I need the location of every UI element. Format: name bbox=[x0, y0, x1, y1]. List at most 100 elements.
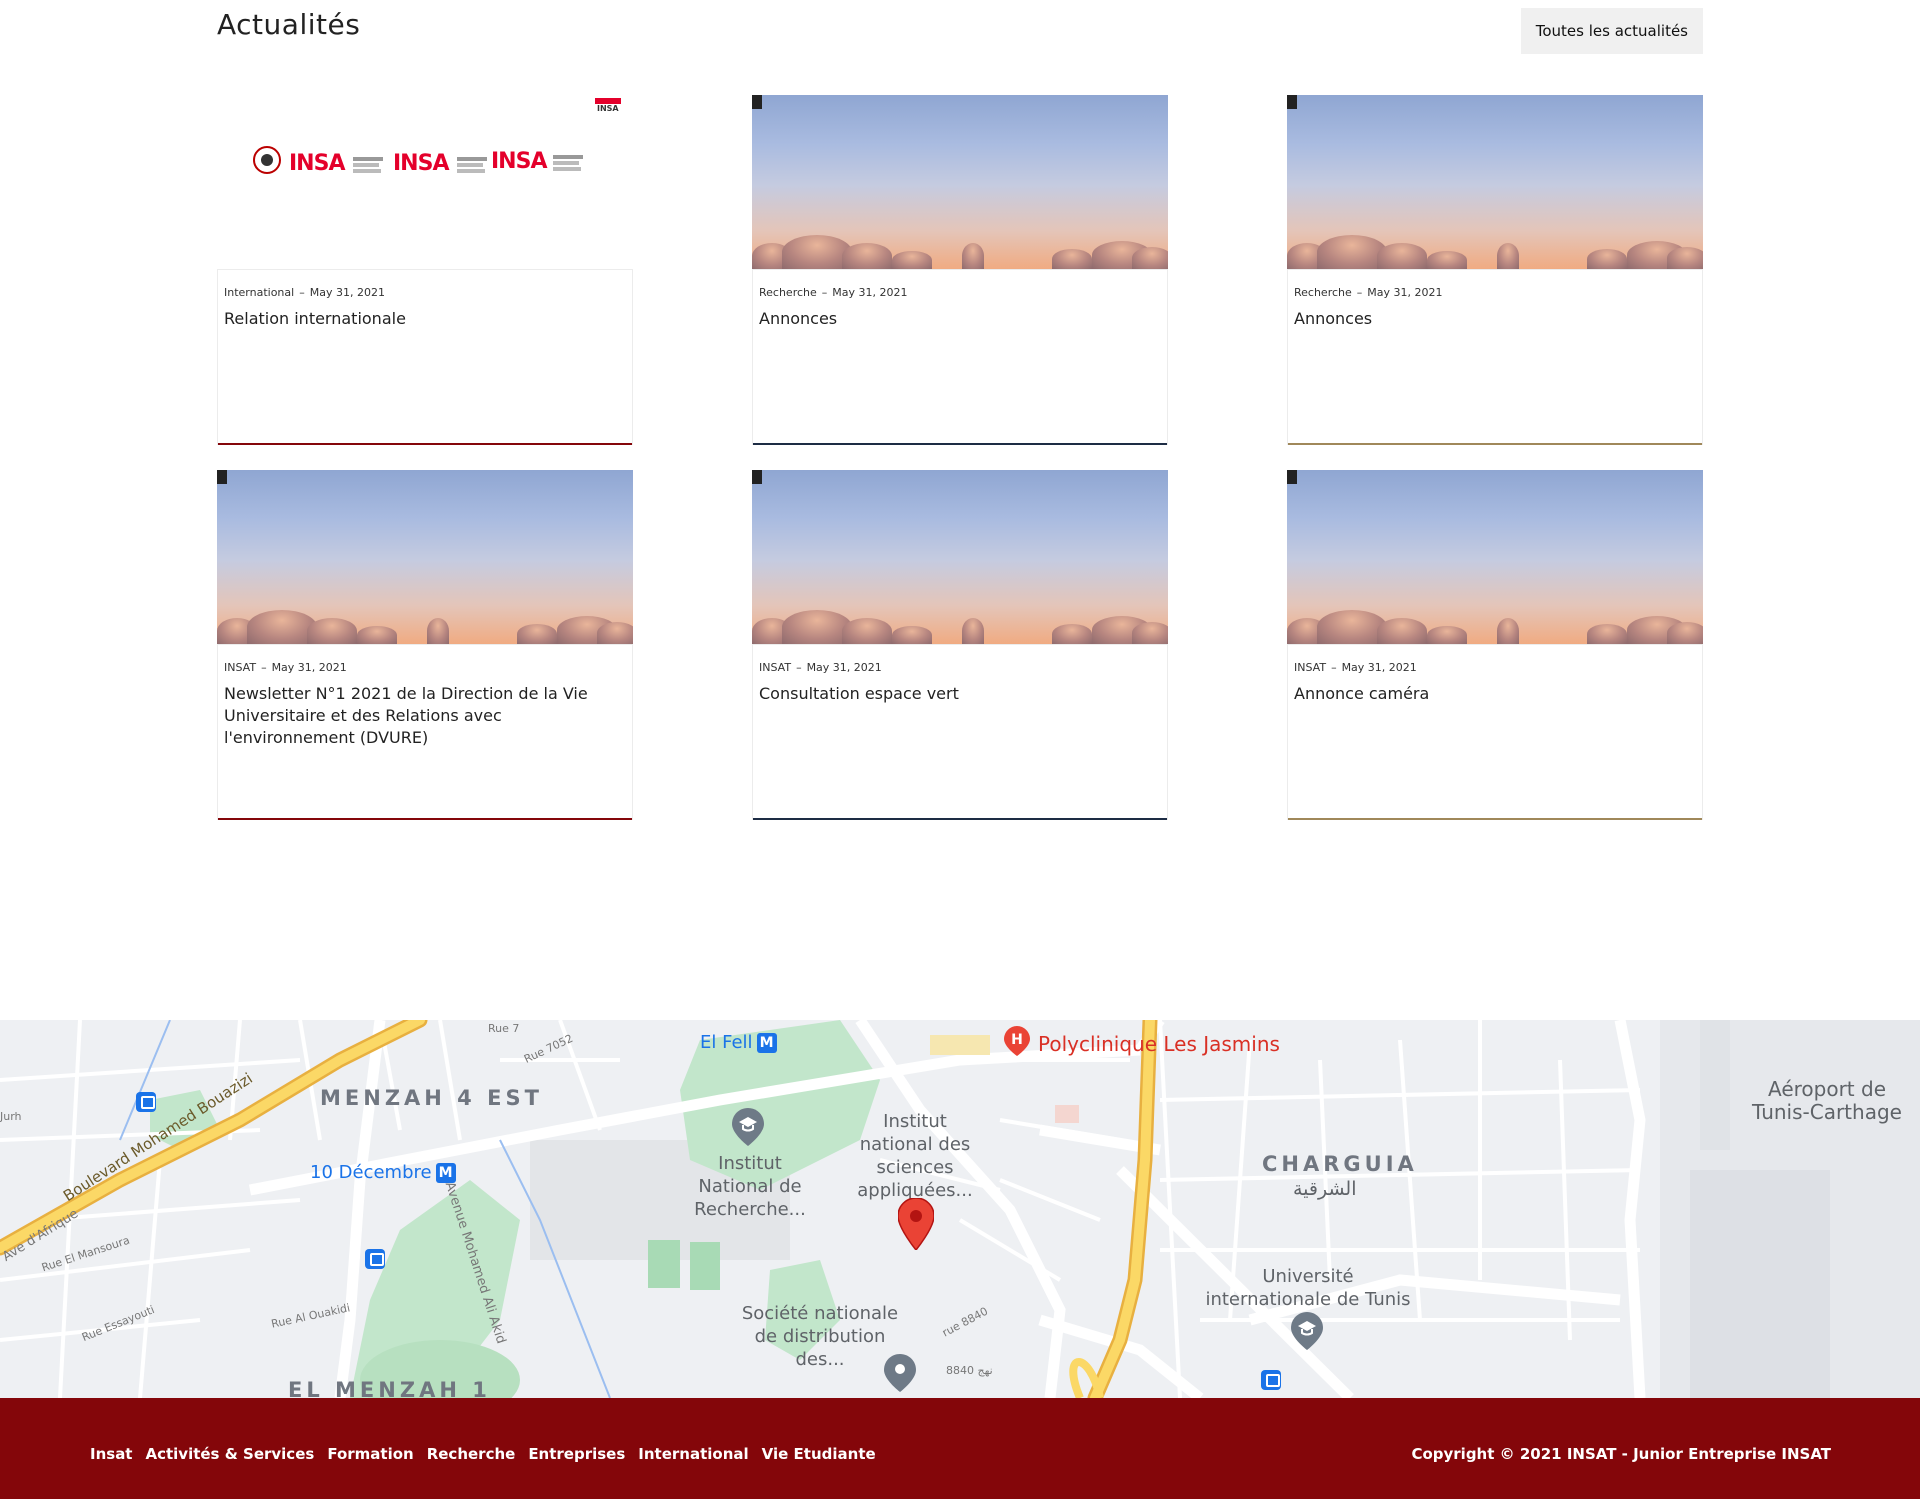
news-card[interactable]: Recherche – May 31, 2021 Annonces bbox=[752, 95, 1168, 445]
district-menzah-4-est: MENZAH 4 EST bbox=[320, 1086, 543, 1110]
news-card[interactable]: INSA INSA INSA INSA International – May 31… bbox=[217, 95, 633, 445]
place-aeroport[interactable]: Aéroport de Tunis-Carthage bbox=[1742, 1078, 1912, 1124]
news-card-accent-bar bbox=[218, 443, 632, 445]
metro-el-fell[interactable]: El Fell M bbox=[700, 1032, 777, 1053]
news-card-body: INSAT – May 31, 2021 Newsletter N°1 2021 d… bbox=[217, 644, 633, 820]
insa-logo-2: INSA bbox=[393, 151, 449, 176]
district-el-menzah-1: EL MENZAH 1 bbox=[288, 1378, 491, 1398]
news-card-meta: INSAT – May 31, 2021 bbox=[759, 661, 882, 674]
news-card-accent-bar bbox=[1288, 818, 1702, 820]
sunset-sky-image[interactable] bbox=[217, 470, 633, 644]
bus-stop-icon[interactable] bbox=[365, 1249, 385, 1269]
news-card-date: May 31, 2021 bbox=[832, 286, 908, 299]
insa-logo-1: INSA bbox=[289, 151, 345, 176]
school-poi-icon[interactable] bbox=[732, 1108, 764, 1146]
road-jurh: Jurh bbox=[0, 1110, 22, 1123]
school-poi-icon[interactable] bbox=[1291, 1312, 1323, 1350]
news-card-meta: Recherche – May 31, 2021 bbox=[759, 286, 908, 299]
meta-separator: – bbox=[796, 661, 802, 674]
place-societe-nationale[interactable]: Société nationale de distribution des... bbox=[740, 1302, 900, 1371]
insa-logo-3-subtitle bbox=[553, 155, 589, 171]
footer-nav-link[interactable]: International bbox=[638, 1445, 748, 1463]
insa-logo-1-subtitle bbox=[353, 157, 389, 173]
sky-photo bbox=[752, 95, 1168, 269]
meta-separator: – bbox=[821, 286, 828, 299]
location-map[interactable]: MENZAH 4 EST CHARGUIA الشرقية EL MENZAH … bbox=[0, 1020, 1920, 1398]
news-card[interactable]: INSAT – May 31, 2021 Consultation espace v… bbox=[752, 470, 1168, 820]
location-marker-icon[interactable] bbox=[898, 1198, 934, 1250]
sky-photo bbox=[1287, 470, 1703, 644]
place-poi-icon[interactable] bbox=[884, 1354, 916, 1392]
sky-photo bbox=[752, 470, 1168, 644]
news-card-meta: INSAT – May 31, 2021 bbox=[1294, 661, 1417, 674]
sunset-sky-image[interactable] bbox=[1287, 95, 1703, 269]
news-section-title: Actualités bbox=[217, 8, 361, 41]
place-polyclinique[interactable]: Polyclinique Les Jasmins bbox=[1038, 1032, 1280, 1056]
footer-nav-link[interactable]: Recherche bbox=[427, 1445, 516, 1463]
map-base bbox=[0, 1020, 1920, 1398]
place-institut-recherche[interactable]: Institut National de Recherche... bbox=[688, 1152, 812, 1221]
all-news-button[interactable]: Toutes les actualités bbox=[1520, 8, 1703, 54]
meta-separator: – bbox=[261, 661, 267, 674]
news-card-category[interactable]: INSAT bbox=[224, 661, 256, 674]
news-card-body: Recherche – May 31, 2021 Annonces bbox=[1287, 269, 1703, 445]
sky-photo bbox=[1287, 95, 1703, 269]
footer-nav-link[interactable]: Vie Etudiante bbox=[762, 1445, 876, 1463]
news-card-title[interactable]: Annonce caméra bbox=[1294, 683, 1694, 705]
bus-stop-icon[interactable] bbox=[1261, 1370, 1281, 1390]
news-card-date: May 31, 2021 bbox=[271, 661, 347, 674]
insa-group-logos-image[interactable]: INSA INSA INSA INSA bbox=[217, 95, 633, 269]
news-card[interactable]: INSAT – May 31, 2021 Newsletter N°1 2021 d… bbox=[217, 470, 633, 820]
metro-icon: M bbox=[756, 1033, 777, 1053]
news-card[interactable]: INSAT – May 31, 2021 Annonce caméra bbox=[1287, 470, 1703, 820]
insa-logo-3: INSA bbox=[491, 149, 547, 174]
news-card-category[interactable]: INSAT bbox=[759, 661, 791, 674]
news-card-meta: INSAT – May 31, 2021 bbox=[224, 661, 347, 674]
news-card[interactable]: Recherche – May 31, 2021 Annonces bbox=[1287, 95, 1703, 445]
place-insat[interactable]: Institut national des sciences appliquée… bbox=[855, 1110, 975, 1202]
news-card-body: International – May 31, 2021 Relation inte… bbox=[217, 269, 633, 445]
bus-stop-icon[interactable] bbox=[136, 1092, 156, 1112]
news-card-date: May 31, 2021 bbox=[309, 286, 385, 299]
meta-separator: – bbox=[299, 286, 305, 299]
meta-separator: – bbox=[1356, 286, 1363, 299]
news-card-title[interactable]: Newsletter N°1 2021 de la Direction de l… bbox=[224, 683, 624, 749]
metro-el-fell-label: El Fell bbox=[700, 1032, 753, 1053]
footer-nav-link[interactable]: Formation bbox=[327, 1445, 413, 1463]
news-card-title[interactable]: Annonces bbox=[759, 308, 1159, 330]
news-card-accent-bar bbox=[1288, 443, 1702, 445]
news-card-category[interactable]: Recherche bbox=[759, 286, 817, 299]
news-section-header: Actualités Toutes les actualités bbox=[217, 8, 1703, 56]
sky-photo bbox=[217, 470, 633, 644]
insa-logo-2-subtitle bbox=[457, 157, 493, 173]
news-card-date: May 31, 2021 bbox=[806, 661, 882, 674]
footer-nav-link[interactable]: Entreprises bbox=[528, 1445, 625, 1463]
district-charguia: CHARGUIA bbox=[1262, 1152, 1418, 1176]
news-card-meta: Recherche – May 31, 2021 bbox=[1294, 286, 1443, 299]
news-card-category[interactable]: International bbox=[224, 286, 294, 299]
meta-separator: – bbox=[1331, 661, 1337, 674]
footer-nav-link[interactable]: Activités & Services bbox=[145, 1445, 314, 1463]
news-card-date: May 31, 2021 bbox=[1341, 661, 1417, 674]
news-card-title[interactable]: Consultation espace vert bbox=[759, 683, 1159, 705]
hospital-icon: H bbox=[1004, 1026, 1030, 1056]
news-card-accent-bar bbox=[753, 818, 1167, 820]
site-footer: Insat Activités & Services Formation Recher… bbox=[0, 1398, 1920, 1499]
groupe-insa-logo: INSA bbox=[595, 98, 621, 120]
district-charguia-arabic: الشرقية bbox=[1293, 1178, 1357, 1200]
sunset-sky-image[interactable] bbox=[1287, 470, 1703, 644]
news-card-category[interactable]: Recherche bbox=[1294, 286, 1352, 299]
news-card-body: INSAT – May 31, 2021 Consultation espace v… bbox=[752, 644, 1168, 820]
metro-10-decembre-label: 10 Décembre bbox=[310, 1162, 432, 1183]
svg-text:H: H bbox=[1011, 1032, 1023, 1048]
news-card-title[interactable]: Relation internationale bbox=[224, 308, 624, 330]
road-rue-8840-arabic: 8840 نهج bbox=[946, 1364, 993, 1377]
news-card-category[interactable]: INSAT bbox=[1294, 661, 1326, 674]
metro-10-decembre[interactable]: 10 Décembre M bbox=[310, 1162, 456, 1183]
news-card-title[interactable]: Annonces bbox=[1294, 308, 1694, 330]
sunset-sky-image[interactable] bbox=[752, 470, 1168, 644]
footer-nav-link[interactable]: Insat bbox=[90, 1445, 132, 1463]
place-universite-internationale[interactable]: Université internationale de Tunis bbox=[1198, 1265, 1418, 1311]
sunset-sky-image[interactable] bbox=[752, 95, 1168, 269]
news-card-accent-bar bbox=[218, 818, 632, 820]
